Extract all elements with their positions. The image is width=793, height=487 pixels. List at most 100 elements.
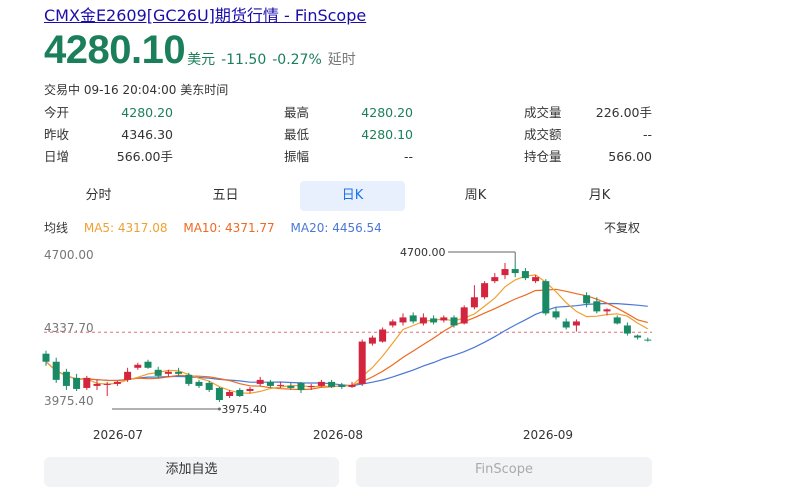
candle-body	[634, 335, 642, 338]
tab-weekly-k[interactable]: 周K	[423, 181, 528, 211]
stat-value: 4280.10	[361, 127, 413, 142]
stat-open: 今开 4280.20	[44, 102, 173, 124]
y-tick-label: 3975.40	[44, 394, 94, 408]
stat-label: 今开	[44, 105, 70, 120]
price-change-pct: -0.27%	[272, 52, 322, 68]
stat-daily-increase: 日增 566.00手	[44, 146, 173, 168]
candle-body	[623, 325, 631, 334]
stat-open-interest: 持仓量 566.00	[524, 146, 652, 168]
tab-daily-k[interactable]: 日K	[300, 181, 405, 211]
stat-low: 最低 4280.10	[284, 124, 413, 146]
candle-body	[348, 384, 356, 387]
candle-body	[73, 377, 81, 389]
candle-body	[195, 381, 203, 386]
stat-label: 最高	[284, 105, 310, 120]
tab-five-day[interactable]: 五日	[173, 181, 278, 211]
candle-body	[644, 339, 652, 341]
candle-body	[338, 384, 346, 387]
high-annotation-label: 4700.00	[400, 246, 446, 259]
candle-body	[368, 337, 376, 344]
current-price: 4280.10	[44, 28, 186, 72]
y-tick-label: 4700.00	[44, 248, 94, 262]
stat-label: 昨收	[44, 127, 70, 142]
stat-value: 566.00	[608, 149, 652, 164]
candle-body	[552, 311, 560, 318]
ma5-value: MA5: 4317.08	[83, 221, 168, 235]
delay-label: 延时	[327, 52, 356, 68]
candle-body	[542, 281, 550, 314]
stat-value: 4280.20	[361, 105, 413, 120]
stat-value: --	[403, 149, 413, 164]
stat-volume: 成交量 226.00手	[524, 102, 652, 124]
candle-body	[399, 317, 407, 323]
price-meta: 美元 -11.50 -0.27% 延时	[187, 49, 362, 70]
candle-body	[450, 317, 458, 326]
stat-label: 日增	[44, 149, 70, 164]
stat-turnover: 成交额 --	[524, 124, 652, 146]
candle-body	[532, 277, 540, 282]
ma20-value: MA20: 4456.54	[290, 221, 382, 235]
tab-monthly-k[interactable]: 月K	[547, 181, 652, 211]
candle-body	[256, 379, 264, 384]
candle-body	[379, 329, 387, 342]
kline-chart[interactable]: 4700.00 4337.70 3975.40 4700.00 3975.40 2026-…	[0, 240, 793, 450]
candle-body	[42, 353, 50, 362]
x-tick-label: 2026-07	[93, 428, 143, 442]
stat-label: 最低	[284, 127, 310, 142]
stat-value: --	[642, 127, 652, 142]
candle-body	[358, 341, 366, 384]
candle-body	[389, 321, 397, 326]
stat-label: 成交量	[524, 105, 562, 120]
low-annotation-label: 3975.40	[221, 403, 267, 416]
candle-body	[470, 297, 478, 308]
candle-body	[501, 269, 509, 276]
candle-body	[419, 317, 427, 324]
candle-body	[562, 321, 570, 328]
candle-body	[511, 269, 519, 274]
candle-body	[83, 377, 91, 388]
candle-body	[328, 381, 336, 387]
stat-value: 4280.20	[121, 105, 173, 120]
candle-body	[440, 317, 448, 321]
ma-legend-label: 均线	[44, 221, 69, 235]
candle-body	[134, 364, 142, 368]
candle-body	[481, 283, 489, 298]
y-tick-label: 4337.70	[44, 321, 94, 335]
candle-body	[175, 371, 183, 374]
price-change: -11.50	[221, 52, 267, 68]
stat-label: 成交额	[524, 127, 562, 142]
currency-label: 美元	[187, 52, 216, 68]
candle-body	[603, 309, 611, 312]
candle-body	[246, 388, 254, 391]
stat-value: 226.00手	[595, 105, 652, 120]
price-row: 4280.10 美元 -11.50 -0.27% 延时	[44, 30, 362, 70]
candle-body	[593, 301, 601, 312]
stat-label: 持仓量	[524, 149, 562, 164]
candle-body	[297, 382, 305, 390]
candle-body	[215, 387, 223, 401]
candle-body	[103, 383, 111, 385]
stat-value: 566.00手	[116, 149, 173, 164]
ma5-line	[45, 274, 649, 395]
candle-body	[613, 317, 621, 324]
candle-body	[124, 371, 132, 380]
stat-prev-close: 昨收 4346.30	[44, 124, 173, 146]
adjust-mode-toggle[interactable]: 不复权	[604, 219, 640, 236]
candle-body	[317, 381, 325, 386]
page-title-link[interactable]: CMX金E2609[GC26U]期货行情 - FinScope	[44, 2, 366, 26]
trading-status: 交易中 09-16 20:04:00 美东时间	[44, 83, 229, 97]
chart-period-tabs: 分时 五日 日K 周K 月K	[44, 181, 652, 211]
candle-body	[521, 271, 529, 279]
secondary-button[interactable]: FinScope	[356, 457, 652, 487]
tab-intraday[interactable]: 分时	[46, 181, 151, 211]
candle-body	[236, 389, 244, 396]
candle-body	[185, 374, 193, 384]
ma10-line	[45, 288, 648, 391]
ma-legend: 均线 MA5: 4317.08 MA10: 4371.77 MA20: 4456…	[44, 219, 652, 236]
add-watchlist-button[interactable]: 添加自选	[44, 457, 339, 487]
candle-body	[572, 321, 580, 326]
kline-chart-svg: 4700.00 4337.70 3975.40 4700.00 3975.40 2026-…	[42, 246, 652, 442]
candle-body	[266, 381, 274, 386]
candle-body	[226, 391, 234, 396]
candle-body	[583, 295, 591, 304]
